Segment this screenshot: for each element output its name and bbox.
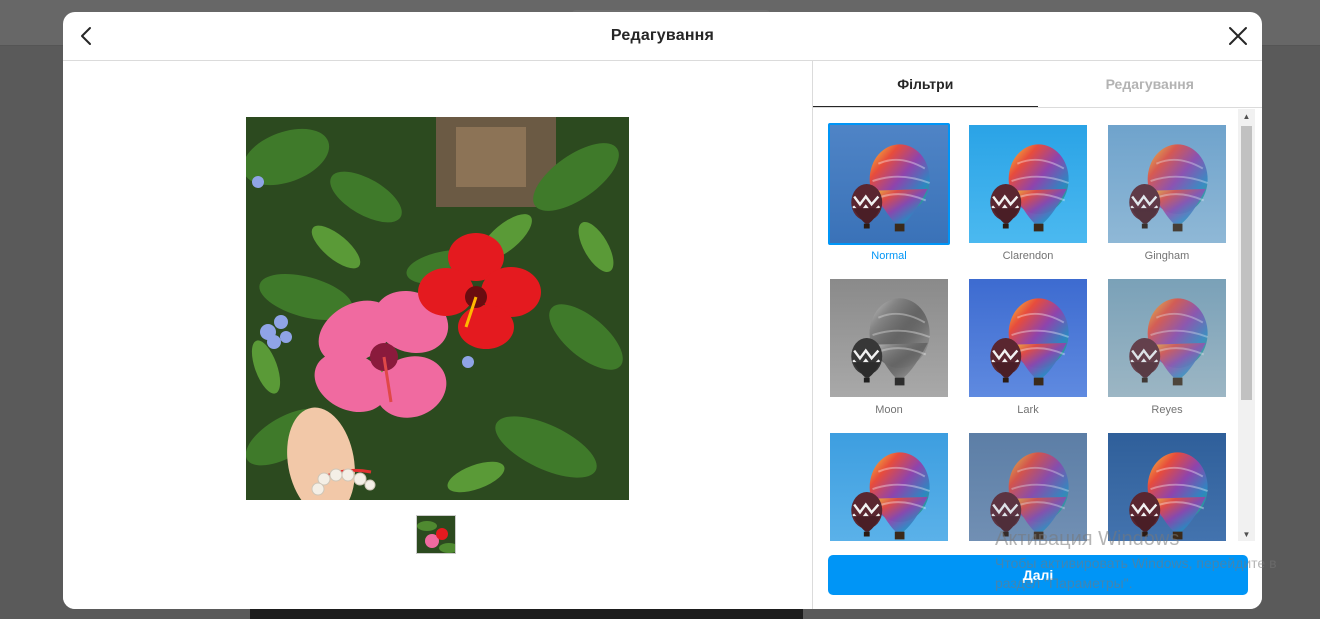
filter-scrollbar[interactable]: ▲ ▼	[1238, 109, 1255, 541]
filter-preview	[828, 431, 950, 541]
filter-preview	[967, 123, 1089, 245]
filter-label: Reyes	[1151, 404, 1183, 416]
filter-reyes[interactable]: Reyes	[1106, 277, 1228, 416]
photo-preview-pane	[63, 61, 812, 609]
tab-filters[interactable]: Фільтри	[813, 61, 1038, 107]
filter-preview	[967, 431, 1089, 541]
filters-pane: Фільтри Редагування Normal Clarendon Gin…	[812, 61, 1262, 609]
filter-preview	[967, 277, 1089, 399]
filter-item-7[interactable]	[828, 431, 950, 541]
filter-label: Lark	[1017, 404, 1039, 416]
filter-lark[interactable]: Lark	[967, 277, 1089, 416]
next-button[interactable]: Далі	[828, 555, 1248, 595]
close-icon[interactable]	[1226, 24, 1250, 48]
photo-thumbnail[interactable]	[416, 515, 456, 554]
filter-normal[interactable]: Normal	[828, 123, 950, 262]
filter-label: Moon	[875, 404, 903, 416]
filter-grid: Normal Clarendon Gingham Moon Lark Reyes	[813, 109, 1238, 541]
filter-item-8[interactable]	[967, 431, 1089, 541]
filter-clarendon[interactable]: Clarendon	[967, 123, 1089, 262]
filter-preview	[828, 277, 950, 399]
filter-label: Gingham	[1144, 250, 1190, 262]
filter-gingham[interactable]: Gingham	[1106, 123, 1228, 262]
tab-adjustments[interactable]: Редагування	[1038, 61, 1263, 107]
tab-bar: Фільтри Редагування	[813, 61, 1262, 108]
edit-modal: Редагування Фільтри Редагування Normal C…	[63, 12, 1262, 609]
filter-moon[interactable]: Moon	[828, 277, 950, 416]
filter-item-9[interactable]	[1106, 431, 1228, 541]
chevron-left-icon[interactable]	[75, 24, 99, 48]
filter-preview	[1106, 277, 1228, 399]
photo-preview	[246, 117, 629, 500]
scroll-up-arrow-icon[interactable]: ▲	[1238, 109, 1255, 123]
scroll-thumb[interactable]	[1241, 126, 1252, 400]
modal-header: Редагування	[63, 12, 1262, 61]
modal-title: Редагування	[610, 27, 715, 44]
scroll-down-arrow-icon[interactable]: ▼	[1238, 527, 1255, 541]
filter-label: Clarendon	[1002, 250, 1054, 262]
filter-preview	[1106, 431, 1228, 541]
filter-preview	[828, 123, 950, 245]
filter-preview	[1106, 123, 1228, 245]
filter-label: Normal	[871, 250, 907, 262]
